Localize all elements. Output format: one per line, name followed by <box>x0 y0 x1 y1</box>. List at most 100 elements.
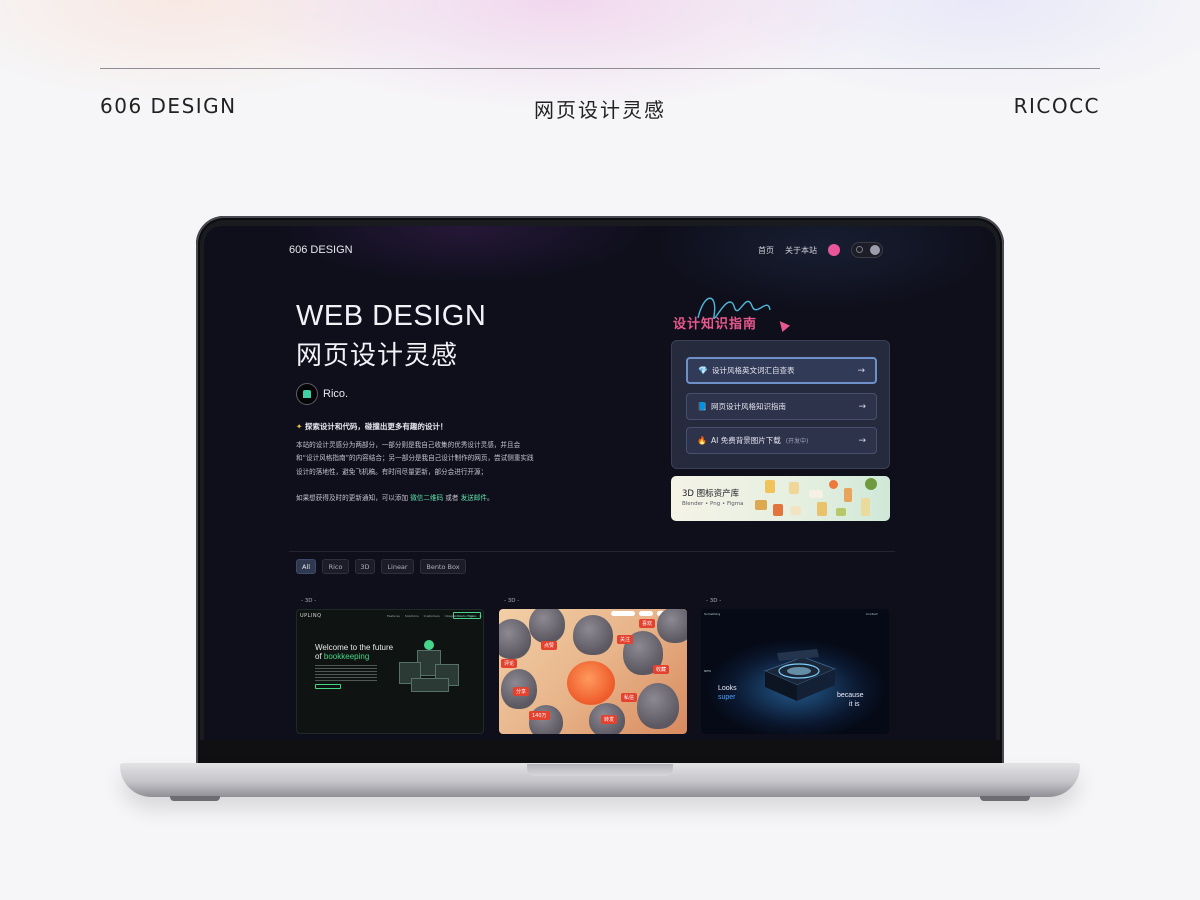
bird-figure <box>573 615 613 655</box>
filter-3d[interactable]: 3D <box>355 559 375 574</box>
guide-item-vocabulary[interactable]: 💎 设计风格英文词汇自查表 → <box>686 357 877 384</box>
badge-collect: 收藏 <box>653 665 670 674</box>
badge-share: 分享 <box>513 687 530 696</box>
filter-bento-box[interactable]: Bento Box <box>420 559 466 574</box>
plant-3d-icon <box>836 508 846 516</box>
guide-panel: 💎 设计风格英文词汇自查表 → 📘 网页设计风格知识指南 → 🔥 AI 免费背景… <box>671 340 890 469</box>
arrow-right-icon: → <box>858 435 866 446</box>
inspiration-card-uplinq[interactable]: UPLINQ Features Solutions Customers Inte… <box>296 609 484 734</box>
hourglass-3d-icon <box>844 488 852 502</box>
card-3d-icon <box>791 506 801 515</box>
sparkle-icon: ✦ <box>296 422 303 431</box>
guide-item-label: AI 免费背景图片下载 <box>710 436 781 445</box>
card-site-cta: Contact Sales <box>453 612 481 619</box>
laptop-chin <box>200 740 1000 764</box>
card-headline-2: of bookkeeping <box>315 652 369 661</box>
notify-line: 如果想获得及时的更新通知，可以添加 微信二维码 或者 发送邮件。 <box>296 492 494 502</box>
server-3d-illustration <box>393 640 463 696</box>
orange-bird-figure <box>567 661 615 705</box>
filter-linear[interactable]: Linear <box>381 559 414 574</box>
nav-home-link[interactable]: 首页 <box>758 245 774 256</box>
card-tag: - 3D - <box>504 598 520 604</box>
inspiration-card-device[interactable]: Something Contact NEW Looks super becaus… <box>701 609 889 734</box>
guide-item-style-guide[interactable]: 📘 网页设计风格知识指南 → <box>686 393 877 420</box>
folder-3d-icon <box>765 480 775 493</box>
card-site-link: Contact <box>866 612 878 616</box>
card-headline-it-is: it is <box>849 701 860 708</box>
toggle-knob <box>870 245 880 255</box>
card-headline-looks: Looks <box>718 685 737 692</box>
filter-all[interactable]: All <box>296 559 316 574</box>
laptop-foot-right <box>980 796 1030 801</box>
hero-title-cn: 网页设计灵感 <box>296 341 459 371</box>
card-site-logo: UPLINQ <box>300 613 322 619</box>
clock-3d-icon <box>865 478 877 490</box>
card-small-label: NEW <box>704 669 712 673</box>
laptop-notch <box>527 764 673 776</box>
badge-favorite: 喜欢 <box>639 619 656 628</box>
badge-dm: 私信 <box>621 693 638 702</box>
green-orb <box>424 640 434 650</box>
headline-prefix: of <box>315 652 324 661</box>
box-3d-icon <box>755 500 767 510</box>
guide-item-label: 网页设计风格知识指南 <box>710 402 786 411</box>
bird-figure <box>499 619 531 659</box>
3d-icon-library-card[interactable]: 3D 图标资产库 Blender • Png • Figma <box>671 476 890 521</box>
author-name[interactable]: Rico. <box>323 388 348 400</box>
badge-comment: 评论 <box>501 659 518 668</box>
bottle-3d-icon <box>861 498 870 516</box>
site-logo[interactable]: 606 DESIGN <box>289 244 353 256</box>
device-3d-illustration <box>763 649 837 701</box>
topbar-pill <box>639 611 653 616</box>
arrow-right-icon: → <box>857 365 865 376</box>
palette-3d-icon <box>773 504 783 516</box>
server-block <box>411 678 449 692</box>
badge-count: 140万 <box>529 711 550 720</box>
nav-about-link[interactable]: 关于本站 <box>785 245 817 256</box>
card-tag: - 3D - <box>301 598 317 604</box>
sun-icon <box>856 246 863 253</box>
card-headline: Welcome to the future <box>315 643 394 652</box>
guide-item-label: 设计风格英文词汇自查表 <box>711 366 795 375</box>
card-headline-because: because <box>837 692 864 699</box>
asset-card-subtitle: Blender • Png • Figma <box>682 501 744 507</box>
arrow-right-icon: → <box>858 401 866 412</box>
document-3d-icon <box>789 482 799 494</box>
email-link[interactable]: 发送邮件 <box>461 494 487 502</box>
card-site-logo: Something <box>704 612 721 616</box>
hero-description: 本站的设计灵感分为两部分，一部分则是我自己收集的优秀设计灵感，并且会和“设计风格… <box>296 441 534 476</box>
bag-3d-icon <box>817 502 827 516</box>
badge-follow: 关注 <box>617 635 634 644</box>
guide-item-ai-backgrounds[interactable]: 🔥 AI 免费背景图片下载 (开发中) → <box>686 427 877 454</box>
card-body-text <box>315 665 377 683</box>
header-rule <box>100 68 1100 69</box>
ball-3d-icon <box>829 480 838 489</box>
badge-retweet: 转发 <box>601 715 618 724</box>
guide-item-status: (开发中) <box>785 438 809 445</box>
fire-icon: 🔥 <box>697 436 707 445</box>
bird-figure <box>529 609 565 643</box>
bird-figure <box>637 683 679 729</box>
badge-like: 点赞 <box>541 641 558 650</box>
avatar[interactable] <box>296 383 318 405</box>
diamond-icon: 💎 <box>698 366 708 375</box>
dribbble-icon[interactable] <box>828 244 840 256</box>
inspiration-card-birds[interactable]: 关注 点赞 收藏 评论 喜欢 分享 转发 私信 140万 <box>499 609 687 734</box>
hero-tagline: ✦ 探索设计和代码，碰撞出更多有趣的设计！ <box>296 421 447 432</box>
filter-rico[interactable]: Rico <box>322 559 349 574</box>
notify-end: 。 <box>486 494 494 502</box>
wechat-link[interactable]: 微信二维码 <box>410 494 443 502</box>
notify-or: 或者 <box>445 494 459 502</box>
asset-card-title: 3D 图标资产库 <box>682 489 740 499</box>
card-tag: - 3D - <box>706 598 722 604</box>
tagline-text: 探索设计和代码，碰撞出更多有趣的设计！ <box>304 422 448 431</box>
card-headline-super: super <box>718 694 736 701</box>
headline-highlight: bookkeeping <box>323 652 370 661</box>
cloud-3d-icon <box>809 490 823 498</box>
guide-title: 设计知识指南 <box>673 317 758 332</box>
notify-prefix: 如果想获得及时的更新通知，可以添加 <box>296 494 409 502</box>
theme-toggle[interactable] <box>851 242 883 258</box>
topbar-pill <box>611 611 635 616</box>
bird-figure <box>657 609 687 643</box>
hero-title-en: WEB DESIGN <box>296 300 487 332</box>
